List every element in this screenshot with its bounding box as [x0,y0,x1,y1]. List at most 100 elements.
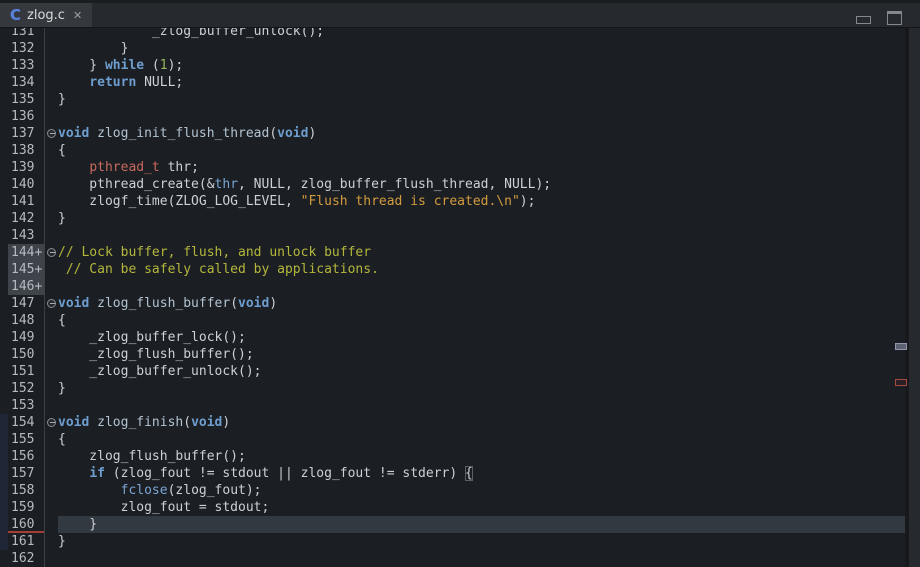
code-line-row[interactable]: 160 } [0,516,905,533]
code-line[interactable]: // Lock buffer, flush, and unlock buffer [58,244,905,261]
tab-zlog-c[interactable]: C zlog.c ✕ [0,3,92,27]
code-line-row[interactable]: 134 return NULL; [0,74,905,91]
line-number[interactable]: 150 [8,346,44,363]
line-number[interactable]: 161 [8,533,44,550]
line-number[interactable]: 132 [8,40,44,57]
code-line-row[interactable]: 142} [0,210,905,227]
line-number[interactable]: 136 [8,108,44,125]
code-line[interactable]: void zlog_finish(void) [58,414,905,431]
line-number[interactable]: 134 [8,74,44,91]
line-number[interactable]: 146+ [8,278,44,295]
code-line-row[interactable]: 143 [0,227,905,244]
code-line-row[interactable]: 154 void zlog_finish(void) [0,414,905,431]
line-number[interactable]: 162 [8,550,44,567]
code-line[interactable]: zlog_fout = stdout; [58,499,905,516]
code-line-row[interactable]: 140 pthread_create(&thr, NULL, zlog_buff… [0,176,905,193]
code-line[interactable]: } [58,210,905,227]
line-number[interactable]: 151 [8,363,44,380]
line-number[interactable]: 141 [8,193,44,210]
line-number[interactable]: 143 [8,227,44,244]
code-line-row[interactable]: 156 zlog_flush_buffer(); [0,448,905,465]
fold-collapse-icon[interactable] [47,418,56,427]
line-number[interactable]: 153 [8,397,44,414]
code-line-row[interactable]: 133 } while (1); [0,57,905,74]
code-line[interactable]: _zlog_buffer_unlock(); [58,363,905,380]
code-line[interactable] [58,108,905,125]
line-number[interactable]: 139 [8,159,44,176]
overview-ruler[interactable] [905,28,920,567]
occurrence-marker[interactable] [895,343,907,350]
code-line-row[interactable]: 159 zlog_fout = stdout; [0,499,905,516]
code-line-row[interactable]: 135} [0,91,905,108]
maximize-icon[interactable] [887,11,902,25]
code-line-row[interactable]: 149 _zlog_buffer_lock(); [0,329,905,346]
code-line-row[interactable]: 155 { [0,431,905,448]
code-line[interactable]: zlogf_time(ZLOG_LOG_LEVEL, "Flush thread… [58,193,905,210]
code-line[interactable]: } while (1); [58,57,905,74]
code-line[interactable] [58,278,905,295]
line-number[interactable]: 138 [8,142,44,159]
code-line-row[interactable]: 145+ // Can be safely called by applicat… [0,261,905,278]
line-number[interactable]: 142 [8,210,44,227]
fold-collapse-icon[interactable] [47,248,56,257]
code-line-row[interactable]: 132 } [0,40,905,57]
fold-collapse-icon[interactable] [47,129,56,138]
line-number[interactable]: 137 [8,125,44,142]
code-line[interactable]: { [58,142,905,159]
line-number[interactable]: 147 [8,295,44,312]
code-line-row[interactable]: 150 _zlog_flush_buffer(); [0,346,905,363]
code-line[interactable]: } [58,40,905,57]
code-line-row[interactable]: 137 void zlog_init_flush_thread(void) [0,125,905,142]
line-number[interactable]: 148 [8,312,44,329]
line-number[interactable]: 157 [8,465,44,482]
line-number[interactable]: 158 [8,482,44,499]
line-number[interactable]: 140 [8,176,44,193]
code-line-row[interactable]: 148 { [0,312,905,329]
code-line[interactable]: // Can be safely called by applications. [58,261,905,278]
code-line-row[interactable]: 138 { [0,142,905,159]
code-line[interactable]: { [58,312,905,329]
code-editor[interactable]: 131 _zlog_buffer_unlock();132 }133 } whi… [0,28,905,567]
current-line-marker[interactable] [895,379,907,386]
code-line[interactable]: _zlog_flush_buffer(); [58,346,905,363]
code-line[interactable] [58,397,905,414]
code-line-row[interactable]: 157 if (zlog_fout != stdout || zlog_fout… [0,465,905,482]
minimize-icon[interactable] [856,16,871,24]
line-number[interactable]: 133 [8,57,44,74]
code-line-row[interactable]: 147void zlog_flush_buffer(void) [0,295,905,312]
code-line-row[interactable]: 158 fclose(zlog_fout); [0,482,905,499]
code-line[interactable]: pthread_create(&thr, NULL, zlog_buffer_f… [58,176,905,193]
code-line[interactable]: } [58,380,905,397]
code-line[interactable]: } [58,91,905,108]
code-line[interactable] [58,227,905,244]
code-line-row[interactable]: 144+ // Lock buffer, flush, and unlock bu… [0,244,905,261]
code-line[interactable]: if (zlog_fout != stdout || zlog_fout != … [58,465,905,482]
line-number[interactable]: 159 [8,499,44,516]
code-line[interactable]: } [58,516,905,533]
code-line[interactable] [58,550,905,567]
code-line-row[interactable]: 136 [0,108,905,125]
line-number[interactable]: 131 [8,28,44,40]
code-line-row[interactable]: 146+ [0,278,905,295]
code-line[interactable]: pthread_t thr; [58,159,905,176]
line-number[interactable]: 135 [8,91,44,108]
code-line[interactable]: { [58,431,905,448]
line-number[interactable]: 160 [8,516,44,533]
line-number[interactable]: 152 [8,380,44,397]
line-number[interactable]: 145+ [8,261,44,278]
line-number[interactable]: 155 [8,431,44,448]
fold-collapse-icon[interactable] [47,299,56,308]
code-line-row[interactable]: 131 _zlog_buffer_unlock(); [0,28,905,40]
code-line[interactable]: void zlog_init_flush_thread(void) [58,125,905,142]
code-line[interactable]: } [58,533,905,550]
line-number[interactable]: 144+ [8,244,44,261]
line-number[interactable]: 149 [8,329,44,346]
code-line-row[interactable]: 153 [0,397,905,414]
line-number[interactable]: 156 [8,448,44,465]
line-number[interactable]: 154 [8,414,44,431]
code-line-row[interactable]: 139 pthread_t thr; [0,159,905,176]
code-line-row[interactable]: 152} [0,380,905,397]
code-line[interactable]: return NULL; [58,74,905,91]
code-line-row[interactable]: 151 _zlog_buffer_unlock(); [0,363,905,380]
code-line[interactable]: fclose(zlog_fout); [58,482,905,499]
